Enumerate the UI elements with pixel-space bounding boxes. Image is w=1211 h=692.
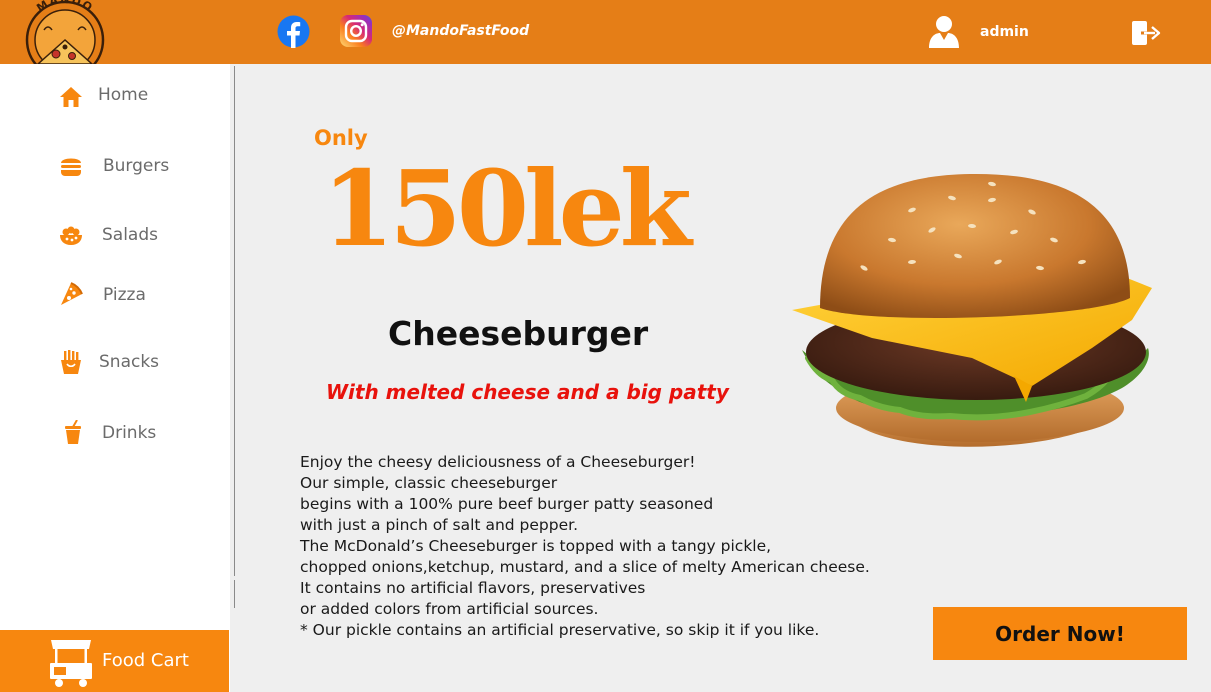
cheeseburger-image [792, 174, 1152, 447]
sidebar-item-label: Burgers [103, 156, 170, 176]
description-line: Our simple, classic cheeseburger [300, 474, 558, 492]
burger-icon [61, 158, 81, 176]
product-description: Enjoy the cheesy deliciousness of a Chee… [300, 452, 870, 641]
description-line: chopped onions,ketchup, mustard, and a s… [300, 558, 870, 576]
logout-icon[interactable] [1131, 20, 1161, 46]
food-cart-label: Food Cart [102, 650, 189, 671]
sidebar-divider [234, 66, 235, 576]
drink-icon [65, 420, 81, 444]
order-now-button[interactable]: Order Now! [933, 607, 1187, 660]
sidebar-item-label: Pizza [103, 285, 146, 305]
sidebar-item-label: Drinks [102, 423, 157, 443]
description-line: It contains no artificial flavors, prese… [300, 579, 646, 597]
sidebar-item-drinks[interactable]: Drinks [0, 412, 230, 452]
product-tagline: With melted cheese and a big patty [326, 380, 729, 404]
description-line: Enjoy the cheesy deliciousness of a Chee… [300, 453, 696, 471]
pizza-icon [61, 282, 83, 305]
sidebar-item-salads[interactable]: Salads [0, 214, 230, 254]
sidebar-divider [234, 580, 235, 608]
description-line: * Our pickle contains an artificial pres… [300, 621, 820, 639]
description-line: begins with a 100% pure beef burger patt… [300, 495, 714, 513]
user-name: admin [980, 24, 1029, 40]
food-cart-icon [50, 640, 92, 687]
food-cart-button[interactable]: Food Cart [0, 630, 229, 692]
sidebar-item-pizza[interactable]: Pizza [0, 278, 230, 318]
sidebar-item-label: Salads [102, 225, 158, 245]
instagram-icon[interactable] [340, 15, 372, 47]
description-line: with just a pinch of salt and pepper. [300, 516, 578, 534]
mando-logo[interactable]: MANDO [14, 0, 116, 66]
sidebar-item-burgers[interactable]: Burgers [0, 145, 230, 185]
home-icon [60, 87, 82, 107]
sidebar-item-snacks[interactable]: Snacks [0, 342, 230, 382]
sidebar: Home Burgers Salads Pizza Snacks Drinks [0, 64, 230, 692]
top-bar: MANDO @MandoFastFood admin [0, 0, 1211, 66]
product-price: 150lek [322, 147, 692, 270]
fries-icon [61, 350, 81, 374]
sidebar-item-label: Home [98, 85, 149, 105]
social-handle[interactable]: @MandoFastFood [392, 23, 529, 39]
facebook-icon[interactable] [277, 15, 310, 48]
salad-icon [60, 226, 82, 245]
product-name: Cheeseburger [388, 314, 649, 353]
sidebar-item-label: Snacks [99, 352, 160, 372]
user-icon[interactable] [927, 14, 961, 48]
description-line: or added colors from artificial sources. [300, 600, 599, 618]
description-line: The McDonald’s Cheeseburger is topped wi… [300, 537, 772, 555]
sidebar-item-home[interactable]: Home [0, 76, 230, 116]
